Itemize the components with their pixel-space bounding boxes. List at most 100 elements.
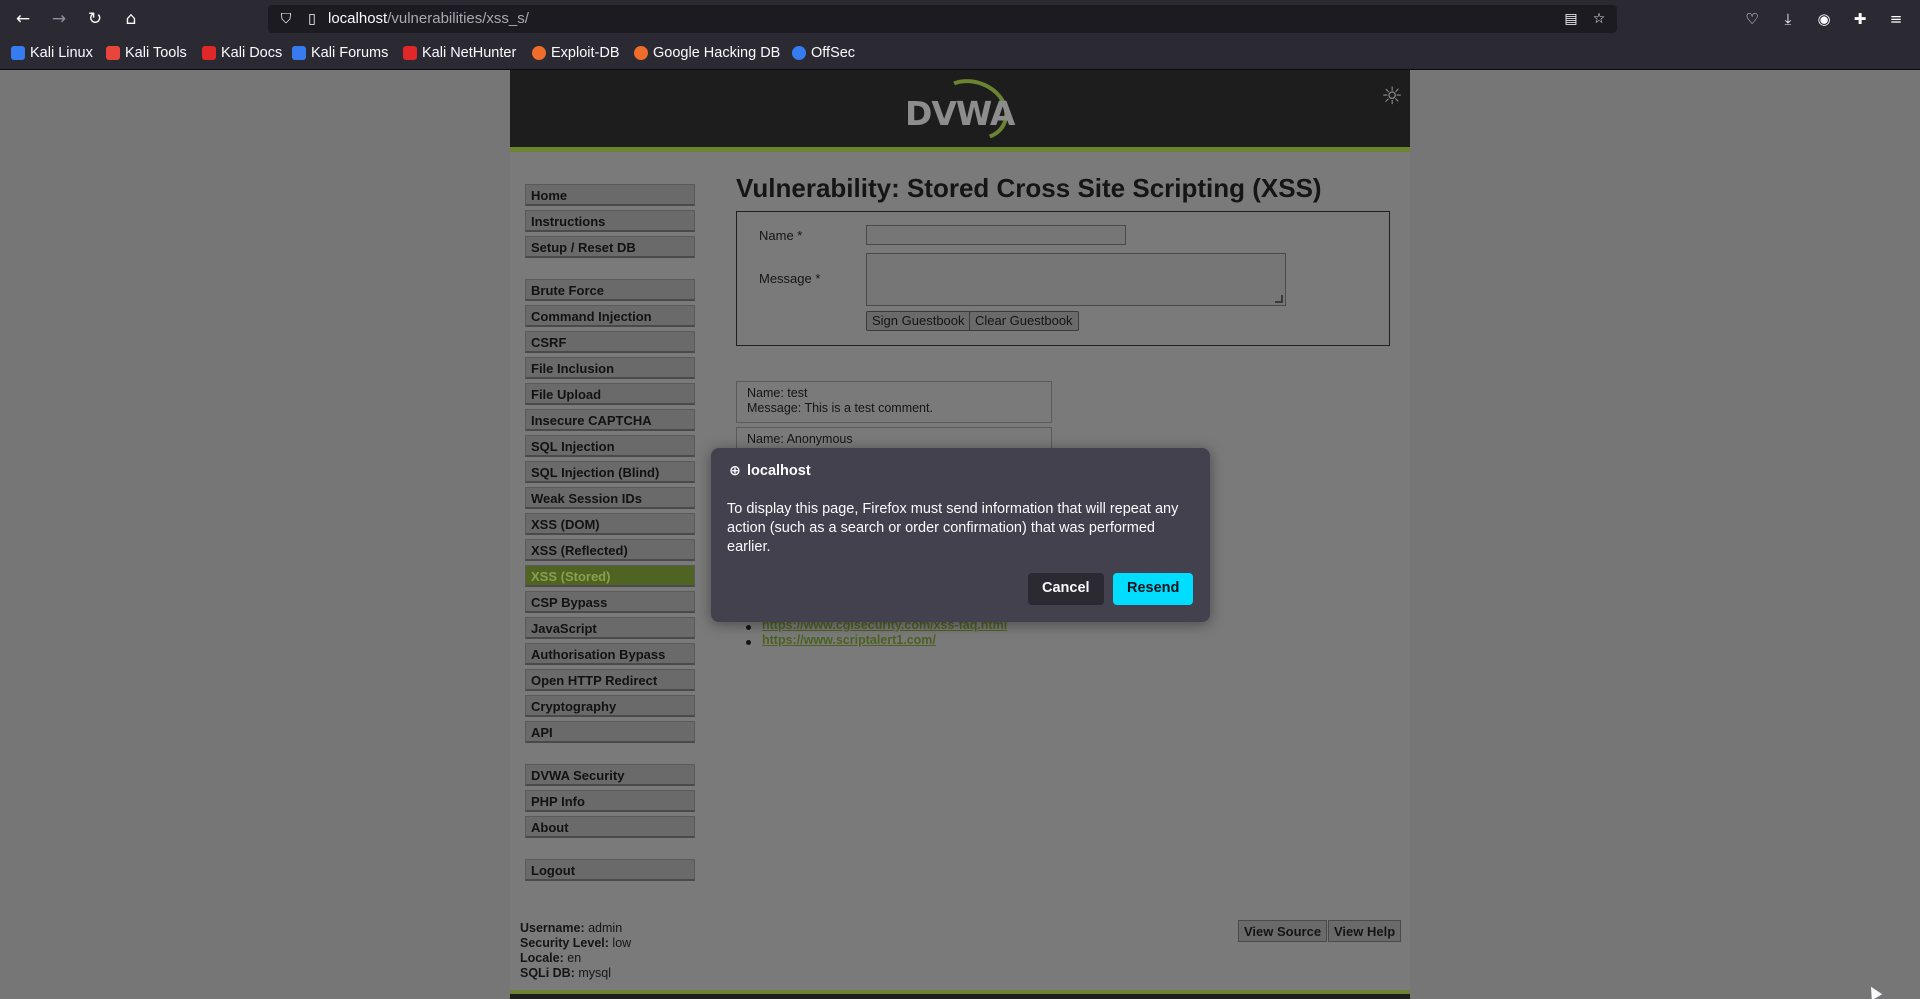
dialog-title: ⊕ localhost [727, 463, 811, 479]
bookmark-kali-tools[interactable]: Kali Tools [106, 45, 187, 61]
guestbook-form: Name * Message * Sign Guestbook Clear Gu… [736, 211, 1390, 346]
bookmark-label: Kali Tools [125, 45, 187, 61]
bookmark-exploit-db[interactable]: Exploit-DB [532, 45, 620, 61]
account-icon[interactable]: ◉ [1812, 7, 1836, 31]
url-host: localhost [328, 10, 388, 27]
session-info: Username: admin Security Level: low Loca… [520, 921, 631, 981]
reference-link[interactable]: https://www.scriptalert1.com/ [762, 633, 936, 647]
clear-guestbook-button[interactable]: Clear Guestbook [969, 311, 1079, 331]
list-bullet [746, 625, 751, 630]
menu-csp-bypass[interactable]: CSP Bypass [525, 591, 695, 613]
kali-tools-icon [106, 46, 120, 60]
google-hacking-db-icon [634, 46, 648, 60]
menu-open-http-redirect[interactable]: Open HTTP Redirect [525, 669, 695, 691]
extensions-icon[interactable]: ✚ [1848, 7, 1872, 31]
name-input[interactable] [866, 225, 1126, 245]
entry-name: Name: test [747, 386, 808, 400]
dialog-message: To display this page, Firefox must send … [727, 501, 1179, 555]
menu-xss-stored[interactable]: XSS (Stored) [525, 565, 695, 587]
dvwa-footer-bar [510, 990, 1410, 999]
shield-icon[interactable]: ⛉ [274, 7, 298, 31]
resend-dialog: ⊕ localhost To display this page, Firefo… [711, 448, 1210, 622]
menu-weak-session-ids[interactable]: Weak Session IDs [525, 487, 695, 509]
bookmark-label: Kali Forums [311, 45, 389, 61]
bookmark-label: Kali Linux [30, 45, 93, 61]
bookmark-label: Google Hacking DB [653, 45, 781, 61]
sqli-db-value: mysql [578, 966, 611, 980]
bookmark-kali-nethunter[interactable]: Kali NetHunter [403, 45, 516, 61]
kali-nethunter-icon [403, 46, 417, 60]
home-icon[interactable]: ⌂ [119, 7, 143, 31]
globe-icon: ⊕ [729, 463, 741, 479]
pocket-icon[interactable]: ♡ [1740, 7, 1764, 31]
menu-sql-injection-blind[interactable]: SQL Injection (Blind) [525, 461, 695, 483]
security-level-value: low [612, 936, 632, 950]
username-label: Username: [520, 921, 585, 935]
reader-view-icon[interactable]: ▤ [1559, 7, 1583, 31]
menu-brute-force[interactable]: Brute Force [525, 279, 695, 301]
back-arrow-icon[interactable]: ← [11, 7, 35, 31]
sqli-db-label: SQLi DB: [520, 966, 575, 980]
offsec-icon [792, 46, 806, 60]
menu-file-inclusion[interactable]: File Inclusion [525, 357, 695, 379]
bookmark-offsec[interactable]: OffSec [792, 45, 855, 61]
resize-grip-icon[interactable] [1275, 295, 1283, 303]
menu-xss-reflected[interactable]: XSS (Reflected) [525, 539, 695, 561]
message-label: Message * [759, 271, 821, 286]
menu-file-upload[interactable]: File Upload [525, 383, 695, 405]
menu-api[interactable]: API [525, 721, 695, 743]
bookmark-kali-linux[interactable]: Kali Linux [11, 45, 93, 61]
bookmark-star-icon[interactable]: ☆ [1587, 7, 1611, 31]
guestbook-entry: Name: test Message: This is a test comme… [736, 381, 1052, 423]
view-help-button[interactable]: View Help [1328, 920, 1402, 942]
dialog-host: localhost [747, 463, 811, 479]
logo-text: DVWA [905, 94, 1015, 133]
kali-forums-icon [292, 46, 306, 60]
menu-hamburger-icon[interactable]: ≡ [1884, 7, 1908, 31]
menu-command-injection[interactable]: Command Injection [525, 305, 695, 327]
bookmark-label: OffSec [811, 45, 856, 61]
menu-javascript[interactable]: JavaScript [525, 617, 695, 639]
exploit-db-icon [532, 46, 546, 60]
bookmark-label: Kali Docs [221, 45, 283, 61]
view-source-button[interactable]: View Source [1238, 920, 1328, 942]
kali-dragon-icon [11, 46, 25, 60]
menu-dvwa-security[interactable]: DVWA Security [525, 764, 695, 786]
url-path: /vulnerabilities/xss_s/ [387, 10, 529, 27]
menu-instructions[interactable]: Instructions [525, 210, 695, 232]
bookmark-kali-docs[interactable]: Kali Docs [202, 45, 282, 61]
menu-insecure-captcha[interactable]: Insecure CAPTCHA [525, 409, 695, 431]
menu-logout[interactable]: Logout [525, 859, 695, 881]
username-value: admin [588, 921, 623, 935]
bookmark-label: Exploit-DB [551, 45, 620, 61]
menu-setup-reset-db[interactable]: Setup / Reset DB [525, 236, 695, 258]
menu-xss-dom[interactable]: XSS (DOM) [525, 513, 695, 535]
locale-value: en [567, 951, 582, 965]
resend-button[interactable]: Resend [1113, 573, 1194, 605]
locale-label: Locale: [520, 951, 564, 965]
menu-php-info[interactable]: PHP Info [525, 790, 695, 812]
menu-authorisation-bypass[interactable]: Authorisation Bypass [525, 643, 695, 665]
security-level-label: Security Level: [520, 936, 609, 950]
bookmark-google-hacking-db[interactable]: Google Hacking DB [634, 45, 780, 61]
forward-arrow-icon[interactable]: → [47, 7, 71, 31]
page-title: Vulnerability: Stored Cross Site Scripti… [736, 173, 1322, 203]
browser-toolbar: ← → ↻ ⌂ ⛉ ▯ localhost/vulnerabilities/xs… [0, 0, 1920, 38]
bookmark-kali-forums[interactable]: Kali Forums [292, 45, 388, 61]
menu-sql-injection[interactable]: SQL Injection [525, 435, 695, 457]
menu-cryptography[interactable]: Cryptography [525, 695, 695, 717]
bookmarks-toolbar: Kali Linux Kali Tools Kali Docs Kali For… [0, 38, 1920, 70]
cancel-button[interactable]: Cancel [1028, 573, 1104, 605]
menu-home[interactable]: Home [525, 184, 695, 206]
reload-icon[interactable]: ↻ [83, 7, 107, 31]
sign-guestbook-button[interactable]: Sign Guestbook [866, 311, 971, 331]
menu-about[interactable]: About [525, 816, 695, 838]
url-text[interactable]: localhost/vulnerabilities/xss_s/ [328, 10, 529, 27]
message-textarea[interactable] [866, 253, 1286, 306]
downloads-icon[interactable]: ⤓ [1776, 7, 1800, 31]
dvwa-header: DVWA ☼ [510, 70, 1410, 152]
url-bar[interactable]: ⛉ ▯ localhost/vulnerabilities/xss_s/ ▤ ☆ [268, 5, 1617, 33]
menu-csrf[interactable]: CSRF [525, 331, 695, 353]
page-info-icon[interactable]: ▯ [300, 7, 324, 31]
theme-toggle-icon[interactable]: ☼ [1378, 82, 1406, 110]
